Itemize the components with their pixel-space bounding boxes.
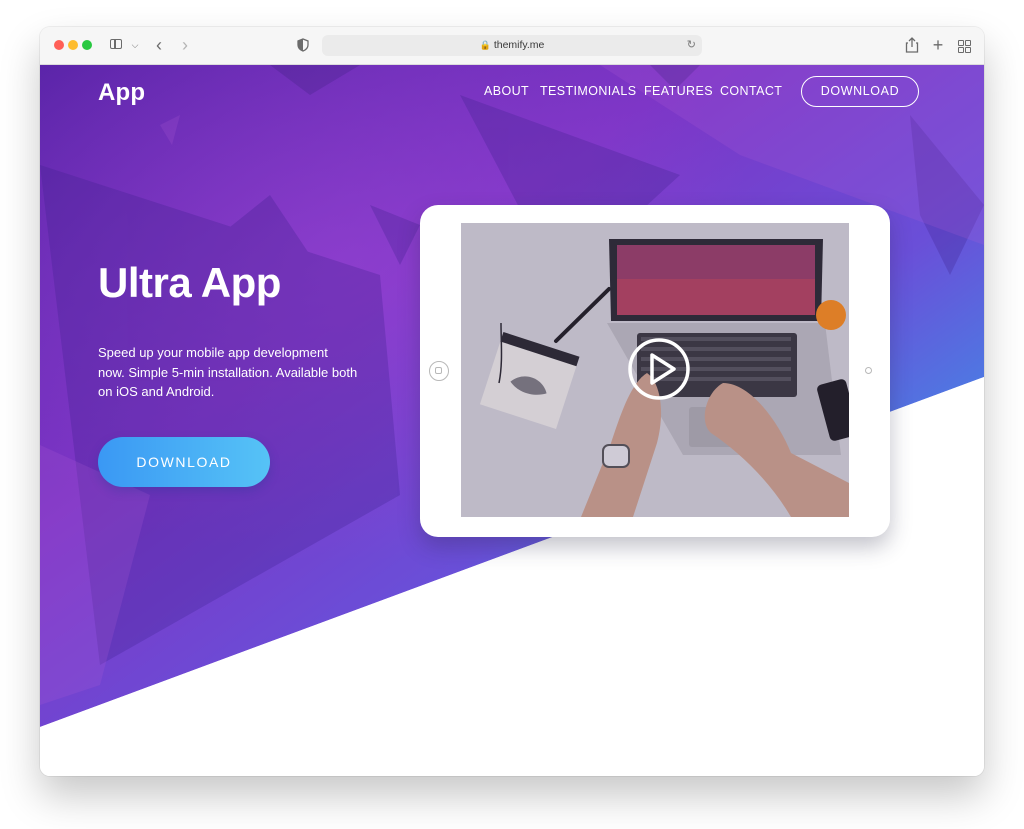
tablet-mockup <box>420 205 890 537</box>
hero-title: Ultra App <box>98 259 281 306</box>
plus-icon[interactable]: + <box>930 35 946 55</box>
tab-grid-icon[interactable] <box>956 35 972 55</box>
browser-window: ⌵ ‹ › 🔒 themify.me ↻ + App ABOUT TESTIMO… <box>40 27 984 776</box>
back-icon[interactable]: ‹ <box>152 35 166 55</box>
share-icon[interactable] <box>904 35 920 55</box>
nav-link-features[interactable]: FEATURES <box>644 84 713 98</box>
tablet-home-button <box>429 361 449 381</box>
close-window-icon[interactable] <box>54 40 64 50</box>
page-viewport: App ABOUT TESTIMONIALS FEATURES CONTACT … <box>40 65 984 776</box>
reload-icon[interactable]: ↻ <box>687 35 696 56</box>
nav-link-contact[interactable]: CONTACT <box>720 84 782 98</box>
nav-download-button[interactable]: DOWNLOAD <box>801 76 919 107</box>
site-logo[interactable]: App <box>98 79 145 107</box>
lock-icon: 🔒 <box>479 40 491 50</box>
shield-icon[interactable] <box>296 35 310 55</box>
url-text: themify.me <box>493 39 545 51</box>
browser-toolbar: ⌵ ‹ › 🔒 themify.me ↻ + <box>40 27 984 65</box>
nav-link-testimonials[interactable]: TESTIMONIALS <box>540 84 636 98</box>
sidebar-icon[interactable] <box>109 35 125 55</box>
chevron-down-icon[interactable]: ⌵ <box>130 35 140 55</box>
hero-download-button[interactable]: DOWNLOAD <box>98 437 270 487</box>
video-thumbnail[interactable] <box>461 223 849 517</box>
hero-description: Speed up your mobile app development now… <box>98 345 358 399</box>
nav-link-about[interactable]: ABOUT <box>484 84 529 98</box>
forward-icon[interactable]: › <box>178 35 192 55</box>
address-bar[interactable]: 🔒 themify.me ↻ <box>322 35 702 56</box>
maximize-window-icon[interactable] <box>82 40 92 50</box>
play-icon[interactable] <box>627 337 691 401</box>
minimize-window-icon[interactable] <box>68 40 78 50</box>
tablet-camera <box>865 367 872 374</box>
